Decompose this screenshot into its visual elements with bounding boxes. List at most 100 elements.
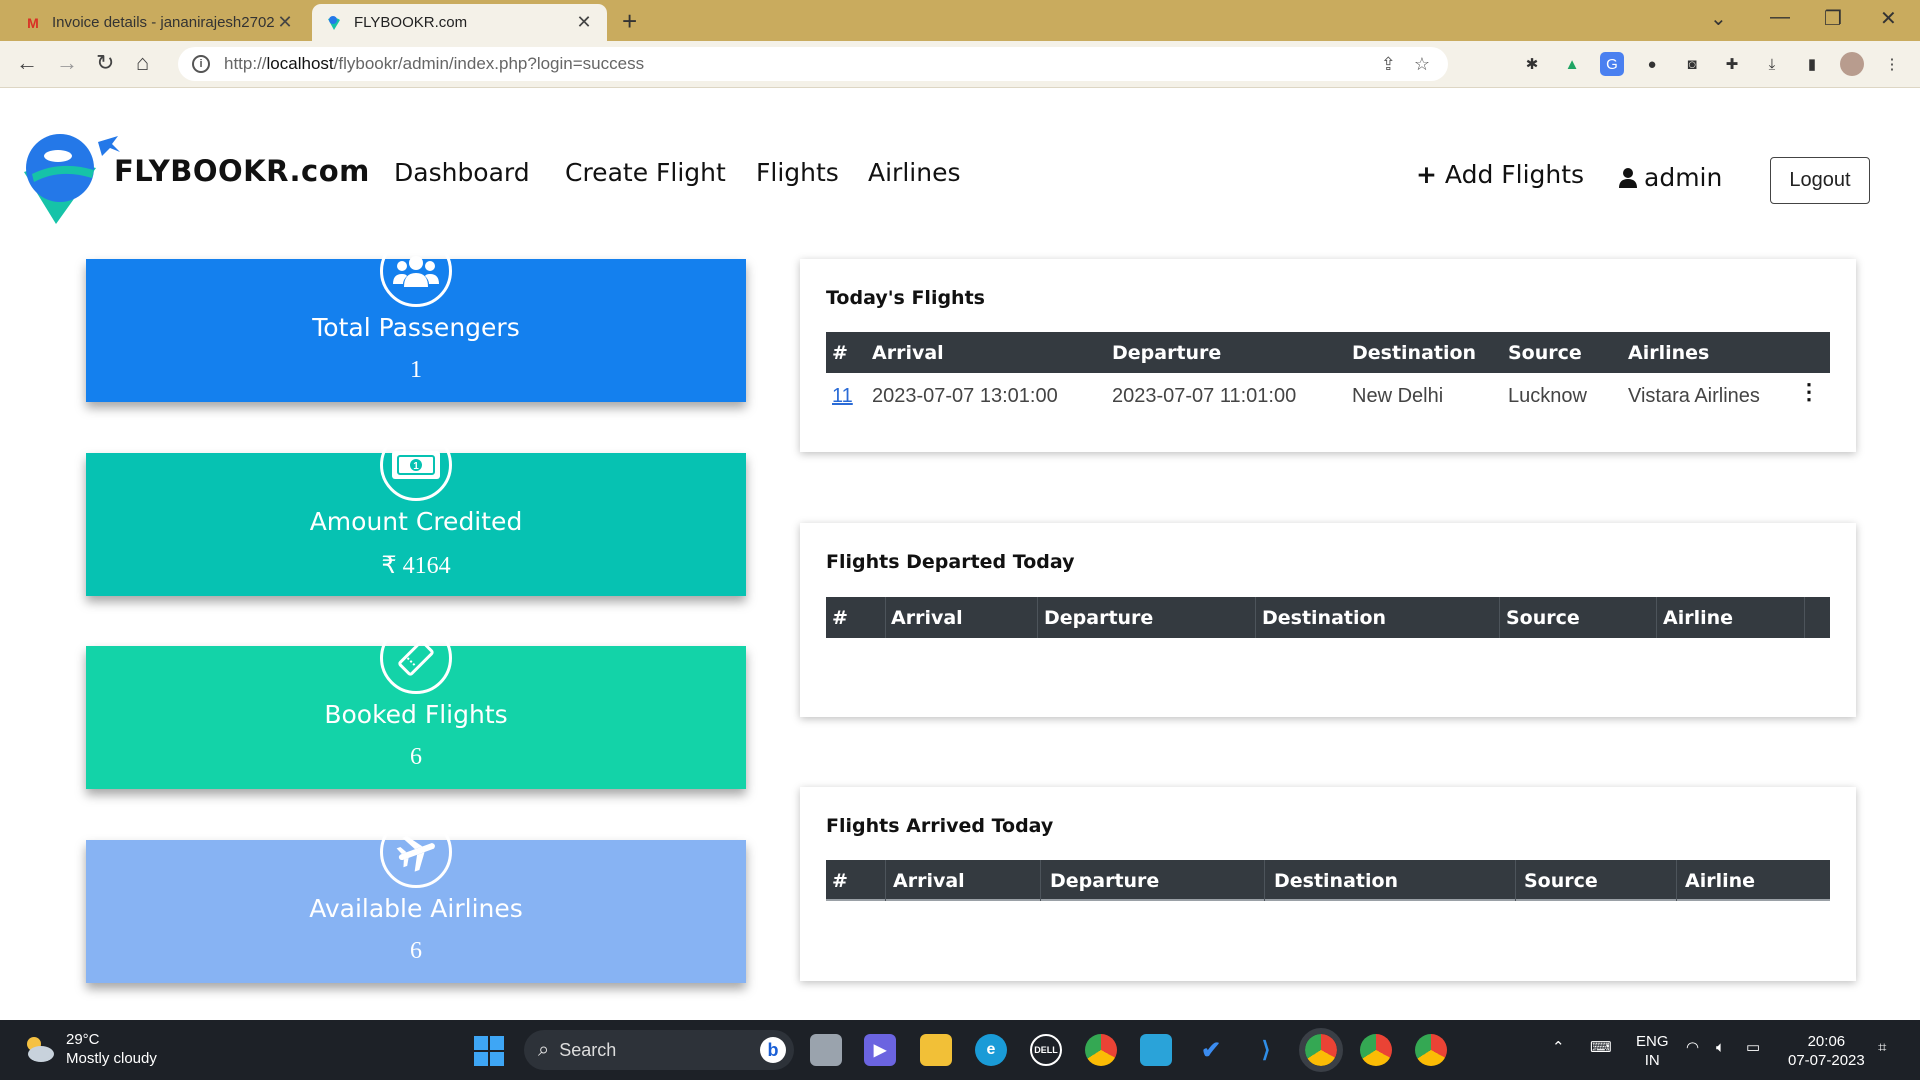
ticket-icon: [380, 622, 452, 694]
drive-extension-icon[interactable]: ▲: [1560, 52, 1584, 76]
restore-icon[interactable]: ❐: [1824, 6, 1842, 31]
nav-dashboard[interactable]: Dashboard: [394, 158, 530, 187]
tab-search-chevron-icon[interactable]: ⌄: [1710, 6, 1727, 31]
wifi-icon[interactable]: ◠: [1686, 1038, 1699, 1057]
stat-label: Amount Credited: [309, 507, 523, 536]
search-label: Search: [559, 1039, 617, 1060]
remote-desktop-icon[interactable]: [1140, 1034, 1172, 1066]
table-row: 11 2023-07-07 13:01:00 2023-07-07 11:01:…: [826, 373, 1830, 417]
dell-icon[interactable]: DELL: [1030, 1034, 1062, 1066]
tray-chevron-up-icon[interactable]: ⌃: [1552, 1038, 1565, 1057]
notification-icon[interactable]: ⌗: [1878, 1038, 1886, 1057]
url-text[interactable]: http://localhost/flybookr/admin/index.ph…: [224, 54, 1381, 74]
chrome-profile-j-icon[interactable]: [1415, 1034, 1447, 1066]
share-icon[interactable]: ⇪: [1381, 54, 1396, 75]
browser-menu-icon[interactable]: ⋮: [1880, 52, 1904, 76]
file-explorer-icon[interactable]: [920, 1034, 952, 1066]
address-bar[interactable]: i http://localhost/flybookr/admin/index.…: [178, 47, 1448, 81]
admin-username: admin: [1644, 163, 1723, 192]
table-header: # Arrival Departure Destination Source A…: [826, 860, 1830, 901]
add-flights-link[interactable]: + Add Flights: [1416, 160, 1584, 189]
bookmark-star-icon[interactable]: ☆: [1414, 54, 1430, 75]
taskbar-search[interactable]: ⌕ Search b: [524, 1030, 794, 1070]
source-cell: Lucknow: [1508, 385, 1587, 407]
weather-desc: Mostly cloudy: [66, 1050, 157, 1067]
window-close-icon[interactable]: ✕: [1880, 6, 1897, 31]
start-button[interactable]: [474, 1036, 504, 1066]
col-header: Airline: [1663, 607, 1734, 629]
side-panel-icon[interactable]: ▮: [1800, 52, 1824, 76]
chrome-profile-icon[interactable]: [1299, 1028, 1343, 1072]
logout-button[interactable]: Logout: [1770, 157, 1870, 204]
close-tab-icon[interactable]: ✕: [276, 12, 294, 33]
row-options-icon[interactable]: ⋮: [1798, 379, 1820, 405]
col-header: Arrival: [872, 342, 944, 364]
table-header: # Arrival Departure Destination Source A…: [826, 597, 1830, 638]
extensions-puzzle-icon[interactable]: ✚: [1720, 52, 1744, 76]
stat-card-booked-flights: Booked Flights 6: [86, 622, 746, 789]
todo-check-icon[interactable]: ✔: [1195, 1034, 1227, 1066]
brand-name[interactable]: FLYBOOKR.com: [114, 154, 370, 188]
home-icon[interactable]: ⌂: [136, 50, 149, 76]
stat-label: Available Airlines: [309, 894, 523, 923]
camera-extension-icon[interactable]: ◙: [1680, 52, 1704, 76]
tab-title: Invoice details - jananirajesh2702: [52, 14, 275, 31]
chrome-icon[interactable]: [1085, 1034, 1117, 1066]
tab-title: FLYBOOKR.com: [354, 14, 468, 31]
bing-icon: b: [760, 1037, 786, 1063]
destination-cell: New Delhi: [1352, 385, 1444, 407]
new-tab-button[interactable]: +: [622, 6, 637, 37]
vscode-icon[interactable]: ⟩: [1250, 1034, 1282, 1066]
browser-tab-strip: M Invoice details - jananirajesh2702 ✕ F…: [0, 0, 1920, 41]
bug-extension-icon[interactable]: ✱: [1520, 52, 1544, 76]
stat-label: Booked Flights: [324, 700, 508, 729]
edge-icon[interactable]: e: [975, 1034, 1007, 1066]
clock[interactable]: 20:06 07-07-2023: [1788, 1032, 1865, 1070]
col-header: Destination: [1262, 607, 1387, 629]
col-header: Arrival: [891, 607, 963, 629]
stat-card-total-passengers: Total Passengers 1: [86, 235, 746, 402]
departure-cell: 2023-07-07 11:01:00: [1112, 385, 1297, 407]
nav-create-flight[interactable]: Create Flight: [565, 158, 726, 187]
nav-flights[interactable]: Flights: [756, 158, 839, 187]
panel-title: Flights Arrived Today: [826, 815, 1054, 837]
gmail-icon: M: [27, 14, 39, 31]
task-view-icon[interactable]: [810, 1034, 842, 1066]
col-header: Source: [1524, 870, 1598, 892]
close-tab-icon[interactable]: ✕: [575, 12, 593, 33]
airline-cell: Vistara Airlines: [1628, 385, 1760, 407]
translate-extension-icon[interactable]: G: [1600, 52, 1624, 76]
forward-icon[interactable]: →: [56, 50, 78, 76]
flight-id-link[interactable]: 11: [832, 385, 853, 408]
reload-icon[interactable]: ↻: [96, 50, 114, 76]
admin-user-link[interactable]: admin: [1618, 163, 1722, 192]
stat-value: 1: [410, 357, 422, 383]
col-header: #: [832, 607, 848, 629]
site-info-icon[interactable]: i: [192, 55, 210, 73]
stat-card-available-airlines: Available Airlines 6: [86, 816, 746, 983]
weather-temp: 29°C: [66, 1031, 100, 1048]
weather-widget[interactable]: 29°C Mostly cloudy: [22, 1030, 157, 1068]
col-header: Source: [1508, 342, 1582, 364]
col-header: Airline: [1685, 870, 1756, 892]
download-icon[interactable]: ⤓: [1760, 52, 1784, 76]
minimize-icon[interactable]: —: [1770, 6, 1790, 29]
battery-icon[interactable]: ▭: [1746, 1038, 1760, 1057]
col-header: Arrival: [893, 870, 965, 892]
github-extension-icon[interactable]: ●: [1640, 52, 1664, 76]
chrome-profile-f-icon[interactable]: [1360, 1034, 1392, 1066]
tab-invoice-details[interactable]: M Invoice details - jananirajesh2702 ✕: [10, 4, 308, 41]
nav-airlines[interactable]: Airlines: [868, 158, 960, 187]
arrived-today-panel: Flights Arrived Today # Arrival Departur…: [800, 787, 1856, 981]
money-bill-icon: 1: [380, 429, 452, 501]
back-icon[interactable]: ←: [16, 50, 38, 76]
tab-flybookr[interactable]: FLYBOOKR.com ✕: [312, 4, 607, 41]
meet-chat-icon[interactable]: ▶: [864, 1034, 896, 1066]
volume-icon[interactable]: 🔈︎: [1716, 1038, 1725, 1057]
stat-label: Total Passengers: [312, 313, 520, 342]
flybookr-logo[interactable]: [22, 130, 120, 228]
language-indicator[interactable]: ENG IN: [1636, 1032, 1669, 1070]
col-header: Departure: [1112, 342, 1222, 364]
profile-avatar[interactable]: [1840, 52, 1864, 76]
keyboard-icon[interactable]: ⌨: [1590, 1038, 1612, 1057]
